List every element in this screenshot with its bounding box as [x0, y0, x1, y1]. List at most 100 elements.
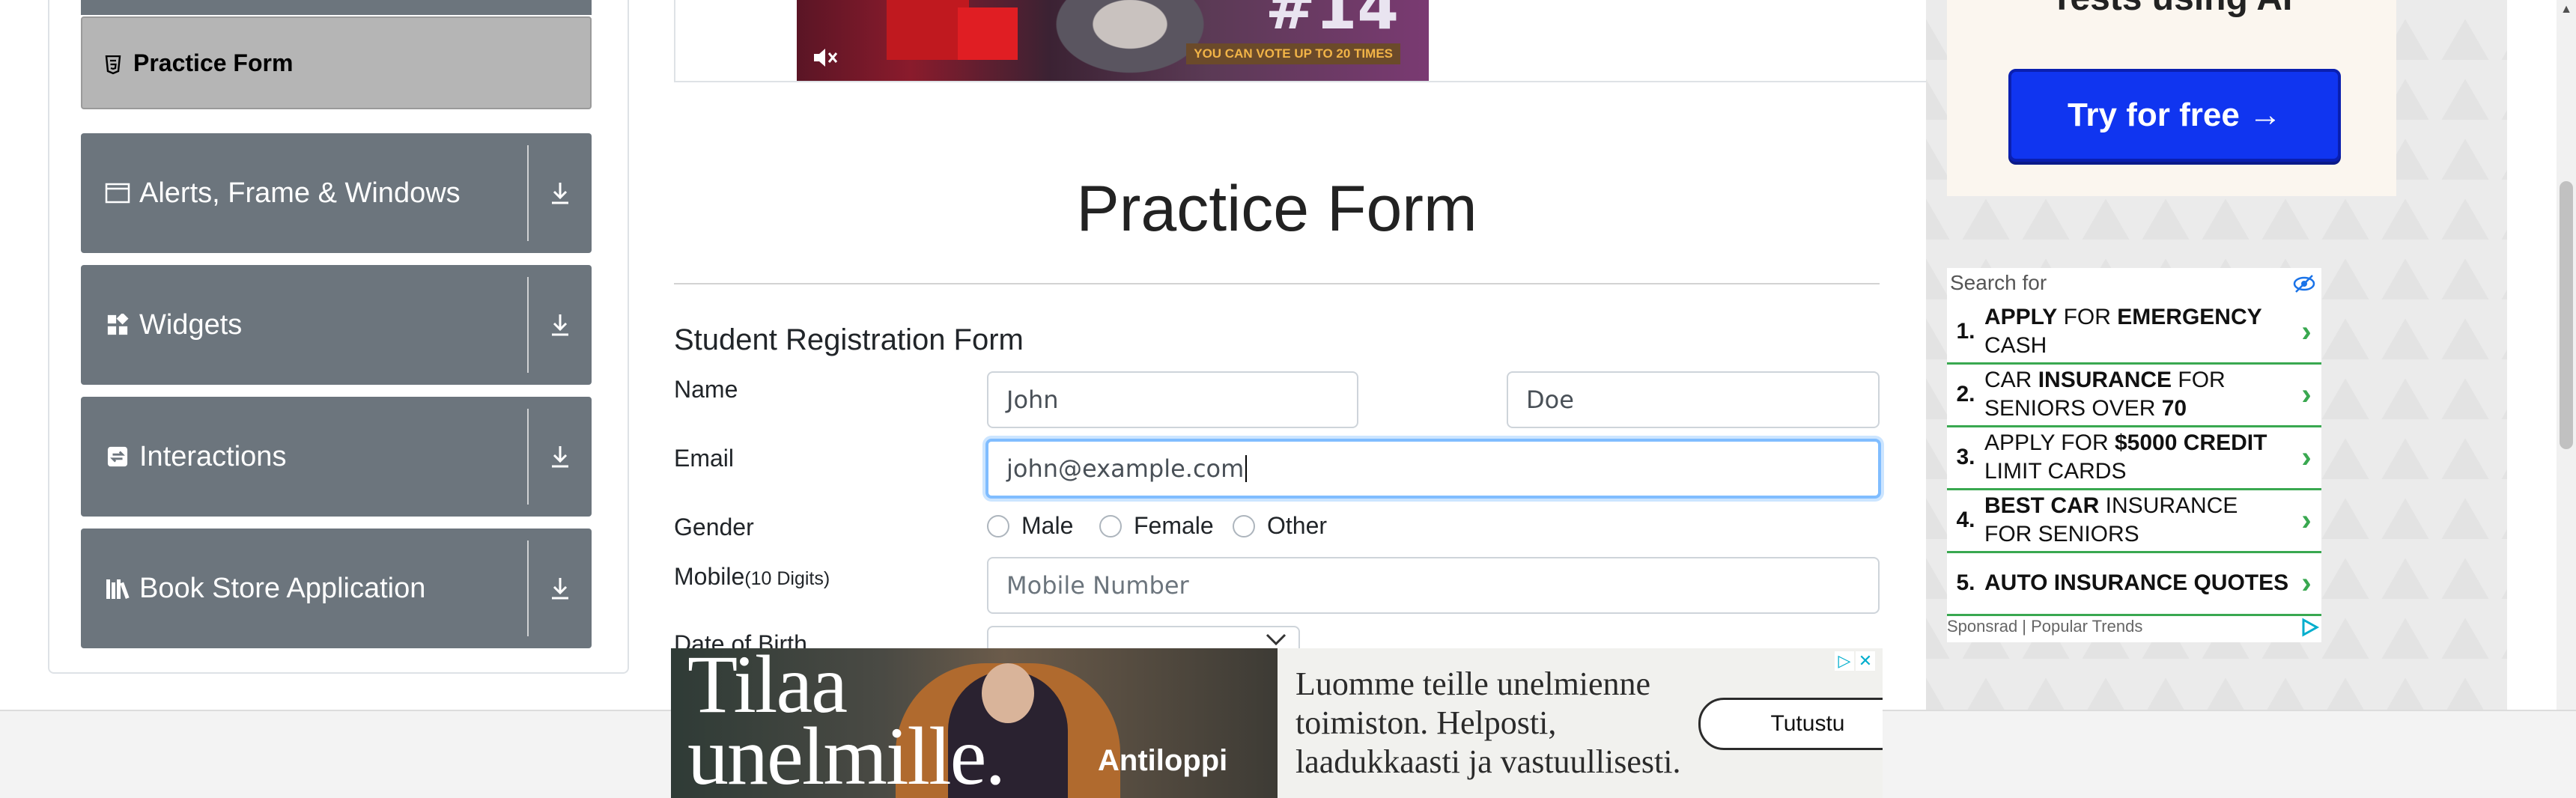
- search-ad-header: Search for: [1950, 271, 2047, 294]
- try-for-free-button[interactable]: Try for free →: [2008, 69, 2341, 162]
- search-ad-item[interactable]: 3. APPLY FOR $5000 CREDIT LIMIT CARDS ›: [1947, 427, 2321, 490]
- search-ad-item-text-part: INSURANCE: [2038, 368, 2172, 392]
- radio-label[interactable]: Female: [1134, 512, 1214, 540]
- search-ad-item-number: 1.: [1956, 319, 1975, 344]
- download-icon[interactable]: [529, 265, 592, 385]
- ad-image: Tilaa unelmille. Antiloppi: [671, 648, 1278, 798]
- search-ad-item-text-part: BEST CAR: [1984, 493, 2100, 518]
- search-ad-item-text-part: APPLY FOR: [1984, 430, 2115, 455]
- ad-choices-eye-icon[interactable]: [2291, 272, 2317, 295]
- search-ad-item-text: BEST CAR INSURANCE FOR SENIORS: [1984, 492, 2291, 549]
- sidebar-group-book-store[interactable]: Book Store Application: [81, 529, 592, 648]
- mobile-label-text: Mobile: [674, 563, 745, 590]
- search-ad-item-text-part: FOR: [2057, 305, 2118, 329]
- download-icon[interactable]: [529, 133, 592, 253]
- search-ad-item-number: 5.: [1956, 570, 1975, 595]
- ad-headline-line: unelmille.: [687, 710, 1006, 798]
- text-caret: [1245, 455, 1248, 482]
- search-ad-item-number: 2.: [1956, 382, 1975, 406]
- video-ad-vote-text: YOU CAN VOTE UP TO 20 TIMES: [1186, 43, 1400, 64]
- window-icon: [105, 180, 130, 206]
- chevron-right-icon: ›: [2301, 314, 2312, 348]
- ad-cta-button[interactable]: Tutustu: [1698, 698, 1883, 750]
- search-ad-item-text-part: CAR: [1984, 368, 2038, 392]
- html5-icon: [105, 53, 121, 75]
- adchoices-icon[interactable]: [2299, 617, 2320, 638]
- bottom-ad[interactable]: Tilaa unelmille. Antiloppi Luomme teille…: [671, 648, 1883, 798]
- video-ad[interactable]: #14 YOU CAN VOTE UP TO 20 TIMES: [797, 0, 1429, 81]
- widgets-icon: [105, 312, 130, 338]
- radio-label[interactable]: Other: [1267, 512, 1327, 540]
- books-icon: [105, 576, 130, 601]
- divider: [674, 283, 1880, 284]
- divider: [527, 277, 529, 373]
- download-icon[interactable]: [529, 397, 592, 517]
- search-ad-item-text-part: AUTO INSURANCE QUOTES: [1984, 570, 2289, 595]
- sidebar-group-alerts[interactable]: Alerts, Frame & Windows: [81, 133, 592, 253]
- search-ad-item[interactable]: 1. APPLY FOR EMERGENCY CASH ›: [1947, 301, 2321, 365]
- sidebar-group-label: Widgets: [139, 308, 243, 341]
- sidebar-group-elements-stub[interactable]: [81, 0, 592, 15]
- sidebar-item-practice-form[interactable]: Practice Form: [81, 16, 592, 109]
- search-ad-item[interactable]: 4. BEST CAR INSURANCE FOR SENIORS ›: [1947, 490, 2321, 553]
- divider: [527, 409, 529, 505]
- interactions-icon: [105, 444, 130, 469]
- download-icon[interactable]: [529, 529, 592, 648]
- gender-radio-male[interactable]: Male: [987, 512, 1073, 540]
- search-ad-item-text-part: CASH: [1984, 333, 2047, 358]
- search-ad-item-text: AUTO INSURANCE QUOTES: [1984, 569, 2291, 597]
- name-label: Name: [674, 376, 738, 403]
- gender-radio-female[interactable]: Female: [1099, 512, 1214, 540]
- ad-headline: Tilaa unelmille.: [687, 648, 1006, 798]
- search-ad-item-number: 3.: [1956, 445, 1975, 469]
- email-value: john@example.com: [1006, 454, 1245, 483]
- adchoices-icon[interactable]: ▷: [1835, 651, 1854, 671]
- close-ad-icon[interactable]: ✕: [1856, 651, 1875, 671]
- radio-circle[interactable]: [987, 514, 1009, 537]
- sidebar-group-interactions[interactable]: Interactions: [81, 397, 592, 517]
- page-title: Practice Form: [1076, 173, 1477, 245]
- ad-headline-line: Tilaa: [687, 648, 848, 730]
- chevron-right-icon: ›: [2301, 440, 2312, 474]
- form-title: Student Registration Form: [674, 323, 1024, 356]
- email-label: Email: [674, 445, 735, 472]
- sidebar-group-label: Interactions: [139, 440, 287, 472]
- search-ad-item-text-part: LIMIT CARDS: [1984, 459, 2127, 484]
- last-name-input[interactable]: Doe: [1507, 371, 1880, 428]
- chevron-down-icon: [1266, 633, 1287, 645]
- mobile-label: Mobile(10 Digits): [674, 563, 830, 591]
- mobile-hint: (10 Digits): [744, 568, 830, 589]
- search-ad-item-text-part: APPLY: [1984, 305, 2058, 329]
- radio-circle[interactable]: [1099, 514, 1122, 537]
- sidebar-group-widgets[interactable]: Widgets: [81, 265, 592, 385]
- ad-copy: Luomme teille unelmienne toimiston. Help…: [1295, 665, 1681, 780]
- first-name-input[interactable]: John: [987, 371, 1358, 428]
- search-ad-item-text: APPLY FOR $5000 CREDIT LIMIT CARDS: [1984, 429, 2291, 486]
- ad-top-right[interactable]: Tests using AI Try for free →: [1947, 0, 2396, 196]
- sidebar-group-label: Alerts, Frame & Windows: [139, 177, 461, 209]
- search-ad-item[interactable]: 2. CAR INSURANCE FOR SENIORS OVER 70 ›: [1947, 364, 2321, 427]
- ad-image-box: [887, 0, 969, 60]
- radio-label[interactable]: Male: [1021, 512, 1073, 540]
- mobile-input[interactable]: Mobile Number: [987, 557, 1880, 614]
- search-ad: Search for 1. APPLY FOR EMERGENCY CASH › 2.…: [1947, 268, 2321, 642]
- radio-circle[interactable]: [1233, 514, 1255, 537]
- chevron-right-icon: ›: [2301, 503, 2312, 537]
- mute-icon[interactable]: [812, 46, 839, 69]
- sidebar-group-label: Book Store Application: [139, 572, 426, 604]
- ad-brand: Antiloppi: [1098, 744, 1228, 777]
- ad-image-person: [1044, 0, 1216, 81]
- divider: [527, 145, 529, 241]
- search-ad-item-text-part: 70: [2161, 396, 2187, 421]
- scroll-up-arrow-icon[interactable]: ▲: [2557, 0, 2576, 19]
- search-ad-footer: Sponsrad | Popular Trends: [1947, 617, 2143, 636]
- email-input[interactable]: john@example.com: [985, 439, 1881, 499]
- chevron-right-icon: ›: [2301, 377, 2312, 411]
- scrollbar-thumb[interactable]: [2560, 181, 2573, 449]
- ad-heading: Tests using AI: [1947, 0, 2396, 19]
- gender-radio-other[interactable]: Other: [1233, 512, 1327, 540]
- search-ad-item[interactable]: 5. AUTO INSURANCE QUOTES ›: [1947, 552, 2321, 616]
- search-ad-item-text: APPLY FOR EMERGENCY CASH: [1984, 303, 2291, 360]
- ad-image-box: [958, 7, 1018, 60]
- sidebar-item-label: Practice Form: [133, 49, 294, 76]
